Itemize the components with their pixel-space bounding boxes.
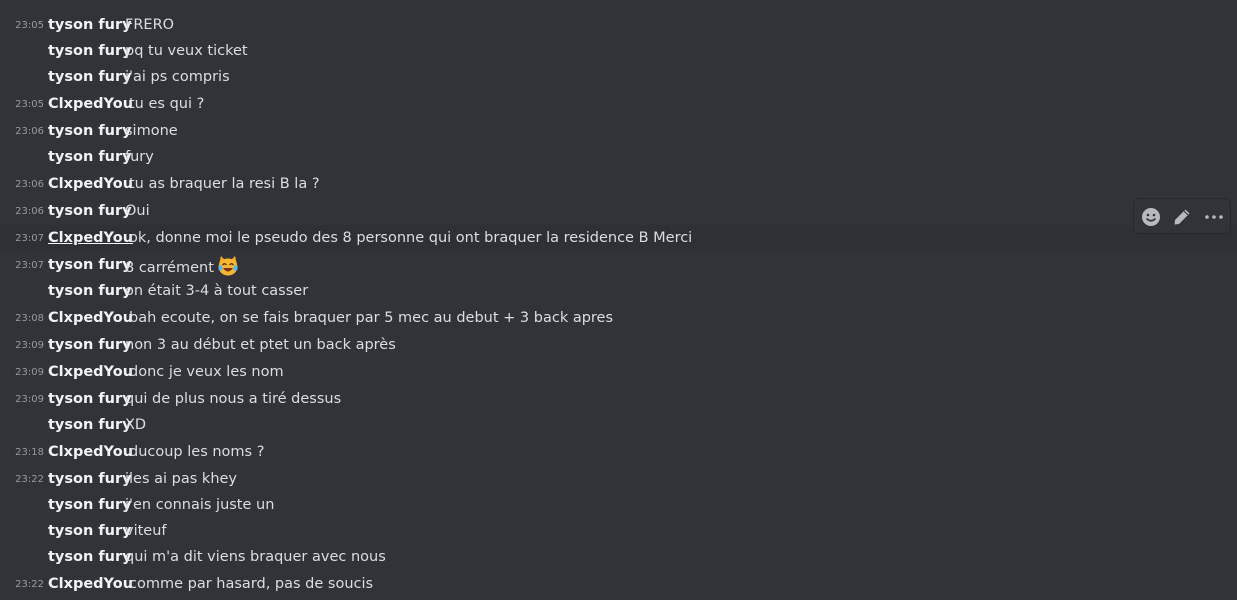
message-author[interactable]: tyson fury (48, 496, 132, 514)
message-author[interactable]: ClxpedYou (48, 363, 133, 381)
message-author[interactable]: tyson fury (48, 202, 132, 220)
message-author[interactable]: tyson fury (48, 256, 132, 274)
message-row[interactable]: tyson fury qui m'a dit viens braquer ave… (0, 544, 1237, 570)
message-text: XD (125, 417, 147, 433)
message-author[interactable]: ClxpedYou (48, 575, 133, 593)
message-author[interactable]: tyson fury (48, 470, 132, 488)
message-row[interactable]: 23:22 ClxpedYou comme par hasard, pas de… (0, 571, 1237, 597)
message-text: j'ai ps compris (125, 69, 230, 85)
message-timestamp: 23:06 (15, 179, 44, 190)
message-row[interactable]: tyson fury pq tu veux ticket (0, 38, 1237, 64)
message-row[interactable]: 23:22 tyson fury jles ai pas khey (0, 466, 1237, 492)
message-timestamp: 23:22 (15, 474, 44, 485)
message-timestamp: 23:07 (15, 233, 44, 244)
message-timestamp: 23:07 (15, 260, 44, 271)
message-hover-toolbar (1133, 198, 1231, 234)
message-text: FRERO (125, 17, 175, 33)
message-author[interactable]: tyson fury (48, 416, 132, 434)
message-row[interactable]: tyson fury j'ai ps compris (0, 64, 1237, 90)
message-text: donc je veux les nom (129, 364, 284, 380)
message-text: non 3 au début et ptet un back après (125, 337, 396, 353)
message-row[interactable]: 23:05 tyson fury FRERO (0, 12, 1237, 38)
message-text: jles ai pas khey (125, 471, 238, 487)
message-row[interactable]: 23:07 tyson fury 8 carrément (0, 252, 1237, 278)
message-author[interactable]: ClxpedYou (48, 309, 133, 327)
more-options-button[interactable] (1202, 205, 1226, 229)
message-text: bah ecoute, on se fais braquer par 5 mec… (129, 310, 614, 326)
message-timestamp: 23:05 (15, 99, 44, 110)
message-text: qui m'a dit viens braquer avec nous (125, 549, 386, 565)
message-author[interactable]: tyson fury (48, 122, 132, 140)
joy-cat-emoji-icon (218, 256, 238, 276)
message-timestamp: 23:18 (15, 447, 44, 458)
message-text: tu as braquer la resi B la ? (129, 176, 320, 192)
message-author[interactable]: tyson fury (48, 148, 132, 166)
message-text: comme par hasard, pas de soucis (129, 576, 374, 592)
message-text: on était 3-4 à tout casser (125, 283, 309, 299)
message-row[interactable]: 23:09 tyson fury non 3 au début et ptet … (0, 332, 1237, 358)
message-row[interactable]: 23:08 ClxpedYou bah ecoute, on se fais b… (0, 305, 1237, 331)
message-row[interactable]: 23:06 tyson fury Oui (0, 198, 1237, 224)
message-author[interactable]: ClxpedYou (48, 229, 133, 247)
message-text: ducoup les noms ? (129, 444, 265, 460)
message-row[interactable]: 23:06 tyson fury simone (0, 118, 1237, 144)
add-reaction-icon (1142, 208, 1160, 226)
message-row[interactable]: tyson fury j'en connais juste un (0, 492, 1237, 518)
message-text: fury (125, 149, 154, 165)
message-author[interactable]: tyson fury (48, 522, 132, 540)
message-row[interactable]: 23:07 ClxpedYou ok, donne moi le pseudo … (0, 225, 1237, 251)
message-text: Oui (125, 203, 150, 219)
message-timestamp: 23:09 (15, 367, 44, 378)
message-author[interactable]: tyson fury (48, 68, 132, 86)
message-author[interactable]: tyson fury (48, 282, 132, 300)
message-row[interactable]: 23:06 ClxpedYou tu as braquer la resi B … (0, 171, 1237, 197)
message-text: simone (125, 123, 178, 139)
message-author[interactable]: tyson fury (48, 336, 132, 354)
message-timestamp: 23:06 (15, 206, 44, 217)
message-row[interactable]: 23:09 tyson fury qui de plus nous a tiré… (0, 386, 1237, 412)
message-timestamp: 23:05 (15, 20, 44, 31)
message-author[interactable]: tyson fury (48, 42, 132, 60)
message-row[interactable]: tyson fury viteuf (0, 518, 1237, 544)
message-text: 8 carrément (125, 260, 214, 276)
edit-message-button[interactable] (1170, 205, 1194, 229)
message-row[interactable]: 23:05 ClxpedYou tu es qui ? (0, 91, 1237, 117)
message-author[interactable]: ClxpedYou (48, 443, 133, 461)
message-text: ok, donne moi le pseudo des 8 personne q… (129, 230, 693, 246)
message-text: qui de plus nous a tiré dessus (125, 391, 342, 407)
message-row[interactable]: tyson fury fury (0, 144, 1237, 170)
message-row[interactable]: tyson fury on était 3-4 à tout casser (0, 278, 1237, 304)
message-author[interactable]: ClxpedYou (48, 175, 133, 193)
message-row[interactable]: tyson fury XD (0, 412, 1237, 438)
message-text: j'en connais juste un (125, 497, 275, 513)
more-options-icon (1205, 215, 1223, 219)
message-timestamp: 23:09 (15, 394, 44, 405)
message-timestamp: 23:09 (15, 340, 44, 351)
chat-message-list: 23:05 tyson fury FRERO tyson fury pq tu … (0, 0, 1237, 600)
message-row[interactable]: 23:09 ClxpedYou donc je veux les nom (0, 359, 1237, 385)
edit-pencil-icon (1174, 209, 1190, 225)
message-author[interactable]: tyson fury (48, 390, 132, 408)
message-row[interactable]: 23:18 ClxpedYou ducoup les noms ? (0, 439, 1237, 465)
add-reaction-button[interactable] (1139, 205, 1163, 229)
message-text: pq tu veux ticket (125, 43, 248, 59)
message-author[interactable]: tyson fury (48, 548, 132, 566)
message-author[interactable]: ClxpedYou (48, 95, 133, 113)
message-text: viteuf (125, 523, 167, 539)
message-content: 8 carrément (125, 256, 239, 277)
message-text: tu es qui ? (129, 96, 205, 112)
message-timestamp: 23:06 (15, 126, 44, 137)
message-timestamp: 23:22 (15, 579, 44, 590)
message-timestamp: 23:08 (15, 313, 44, 324)
message-author[interactable]: tyson fury (48, 16, 132, 34)
